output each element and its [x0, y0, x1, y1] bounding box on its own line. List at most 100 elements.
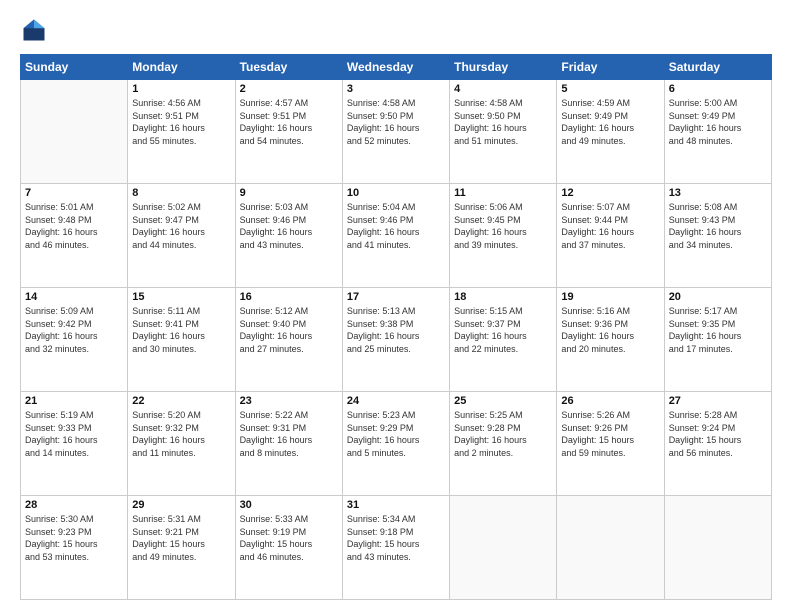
header	[20, 16, 772, 44]
day-number: 21	[25, 395, 123, 407]
day-info: Sunrise: 4:57 AM Sunset: 9:51 PM Dayligh…	[240, 97, 338, 147]
page: SundayMondayTuesdayWednesdayThursdayFrid…	[0, 0, 792, 612]
day-number: 20	[669, 291, 767, 303]
calendar-cell: 11 Sunrise: 5:06 AM Sunset: 9:45 PM Dayli…	[450, 184, 557, 288]
day-number: 7	[25, 187, 123, 199]
day-info: Sunrise: 5:33 AM Sunset: 9:19 PM Dayligh…	[240, 513, 338, 563]
calendar-cell: 12 Sunrise: 5:07 AM Sunset: 9:44 PM Dayli…	[557, 184, 664, 288]
day-number: 15	[132, 291, 230, 303]
day-info: Sunrise: 5:16 AM Sunset: 9:36 PM Dayligh…	[561, 305, 659, 355]
calendar-cell: 23 Sunrise: 5:22 AM Sunset: 9:31 PM Dayli…	[235, 392, 342, 496]
day-number: 22	[132, 395, 230, 407]
week-row-4: 21 Sunrise: 5:19 AM Sunset: 9:33 PM Dayli…	[21, 392, 772, 496]
header-monday: Monday	[128, 55, 235, 80]
day-info: Sunrise: 5:08 AM Sunset: 9:43 PM Dayligh…	[669, 201, 767, 251]
day-number: 13	[669, 187, 767, 199]
day-info: Sunrise: 5:25 AM Sunset: 9:28 PM Dayligh…	[454, 409, 552, 459]
day-info: Sunrise: 5:15 AM Sunset: 9:37 PM Dayligh…	[454, 305, 552, 355]
day-number: 26	[561, 395, 659, 407]
day-number: 27	[669, 395, 767, 407]
day-number: 8	[132, 187, 230, 199]
day-info: Sunrise: 5:04 AM Sunset: 9:46 PM Dayligh…	[347, 201, 445, 251]
day-number: 30	[240, 499, 338, 511]
week-row-3: 14 Sunrise: 5:09 AM Sunset: 9:42 PM Dayli…	[21, 288, 772, 392]
calendar-cell: 3 Sunrise: 4:58 AM Sunset: 9:50 PM Daylig…	[342, 80, 449, 184]
calendar-cell: 28Sunrise: 5:30 AM Sunset: 9:23 PM Dayli…	[21, 496, 128, 600]
day-info: Sunrise: 5:06 AM Sunset: 9:45 PM Dayligh…	[454, 201, 552, 251]
header-sunday: Sunday	[21, 55, 128, 80]
day-number: 25	[454, 395, 552, 407]
calendar-cell: 20 Sunrise: 5:17 AM Sunset: 9:35 PM Dayli…	[664, 288, 771, 392]
calendar-cell	[664, 496, 771, 600]
day-info: Sunrise: 5:17 AM Sunset: 9:35 PM Dayligh…	[669, 305, 767, 355]
calendar-cell	[557, 496, 664, 600]
day-info: Sunrise: 5:20 AM Sunset: 9:32 PM Dayligh…	[132, 409, 230, 459]
day-number: 17	[347, 291, 445, 303]
calendar-cell: 21 Sunrise: 5:19 AM Sunset: 9:33 PM Dayli…	[21, 392, 128, 496]
day-info: Sunrise: 4:58 AM Sunset: 9:50 PM Dayligh…	[454, 97, 552, 147]
day-info: Sunrise: 5:02 AM Sunset: 9:47 PM Dayligh…	[132, 201, 230, 251]
day-number: 10	[347, 187, 445, 199]
week-row-1: 1 Sunrise: 4:56 AM Sunset: 9:51 PM Daylig…	[21, 80, 772, 184]
calendar-cell: 8 Sunrise: 5:02 AM Sunset: 9:47 PM Daylig…	[128, 184, 235, 288]
calendar-cell: 19 Sunrise: 5:16 AM Sunset: 9:36 PM Dayli…	[557, 288, 664, 392]
calendar-cell	[450, 496, 557, 600]
calendar-cell: 2 Sunrise: 4:57 AM Sunset: 9:51 PM Daylig…	[235, 80, 342, 184]
day-info: Sunrise: 5:26 AM Sunset: 9:26 PM Dayligh…	[561, 409, 659, 459]
calendar-cell	[21, 80, 128, 184]
day-number: 14	[25, 291, 123, 303]
header-thursday: Thursday	[450, 55, 557, 80]
calendar-cell: 13 Sunrise: 5:08 AM Sunset: 9:43 PM Dayli…	[664, 184, 771, 288]
calendar-cell: 6 Sunrise: 5:00 AM Sunset: 9:49 PM Daylig…	[664, 80, 771, 184]
header-friday: Friday	[557, 55, 664, 80]
day-info: Sunrise: 5:07 AM Sunset: 9:44 PM Dayligh…	[561, 201, 659, 251]
calendar-cell: 18Sunrise: 5:15 AM Sunset: 9:37 PM Dayli…	[450, 288, 557, 392]
day-info: Sunrise: 5:13 AM Sunset: 9:38 PM Dayligh…	[347, 305, 445, 355]
logo-icon	[20, 16, 48, 44]
calendar-cell: 1 Sunrise: 4:56 AM Sunset: 9:51 PM Daylig…	[128, 80, 235, 184]
day-info: Sunrise: 5:00 AM Sunset: 9:49 PM Dayligh…	[669, 97, 767, 147]
day-number: 23	[240, 395, 338, 407]
day-info: Sunrise: 5:19 AM Sunset: 9:33 PM Dayligh…	[25, 409, 123, 459]
calendar-table: SundayMondayTuesdayWednesdayThursdayFrid…	[20, 54, 772, 600]
calendar-cell: 30 Sunrise: 5:33 AM Sunset: 9:19 PM Dayli…	[235, 496, 342, 600]
day-info: Sunrise: 5:30 AM Sunset: 9:23 PM Dayligh…	[25, 513, 123, 563]
header-wednesday: Wednesday	[342, 55, 449, 80]
calendar-header-row: SundayMondayTuesdayWednesdayThursdayFrid…	[21, 55, 772, 80]
day-number: 29	[132, 499, 230, 511]
header-saturday: Saturday	[664, 55, 771, 80]
day-info: Sunrise: 5:31 AM Sunset: 9:21 PM Dayligh…	[132, 513, 230, 563]
week-row-2: 7 Sunrise: 5:01 AM Sunset: 9:48 PM Daylig…	[21, 184, 772, 288]
day-info: Sunrise: 5:01 AM Sunset: 9:48 PM Dayligh…	[25, 201, 123, 251]
day-number: 4	[454, 83, 552, 95]
day-info: Sunrise: 5:12 AM Sunset: 9:40 PM Dayligh…	[240, 305, 338, 355]
day-number: 12	[561, 187, 659, 199]
day-number: 6	[669, 83, 767, 95]
calendar-cell: 31Sunrise: 5:34 AM Sunset: 9:18 PM Dayli…	[342, 496, 449, 600]
calendar-cell: 24 Sunrise: 5:23 AM Sunset: 9:29 PM Dayli…	[342, 392, 449, 496]
calendar-cell: 5 Sunrise: 4:59 AM Sunset: 9:49 PM Daylig…	[557, 80, 664, 184]
day-number: 19	[561, 291, 659, 303]
day-info: Sunrise: 5:22 AM Sunset: 9:31 PM Dayligh…	[240, 409, 338, 459]
calendar-cell: 17 Sunrise: 5:13 AM Sunset: 9:38 PM Dayli…	[342, 288, 449, 392]
day-info: Sunrise: 4:59 AM Sunset: 9:49 PM Dayligh…	[561, 97, 659, 147]
logo	[20, 16, 52, 44]
calendar-cell: 14 Sunrise: 5:09 AM Sunset: 9:42 PM Dayli…	[21, 288, 128, 392]
day-number: 5	[561, 83, 659, 95]
day-number: 2	[240, 83, 338, 95]
day-info: Sunrise: 5:23 AM Sunset: 9:29 PM Dayligh…	[347, 409, 445, 459]
day-info: Sunrise: 5:11 AM Sunset: 9:41 PM Dayligh…	[132, 305, 230, 355]
day-info: Sunrise: 5:09 AM Sunset: 9:42 PM Dayligh…	[25, 305, 123, 355]
day-number: 24	[347, 395, 445, 407]
calendar-cell: 15 Sunrise: 5:11 AM Sunset: 9:41 PM Dayli…	[128, 288, 235, 392]
day-number: 31	[347, 499, 445, 511]
day-info: Sunrise: 4:56 AM Sunset: 9:51 PM Dayligh…	[132, 97, 230, 147]
day-info: Sunrise: 4:58 AM Sunset: 9:50 PM Dayligh…	[347, 97, 445, 147]
day-number: 11	[454, 187, 552, 199]
calendar-cell: 4 Sunrise: 4:58 AM Sunset: 9:50 PM Daylig…	[450, 80, 557, 184]
day-number: 1	[132, 83, 230, 95]
calendar-cell: 22 Sunrise: 5:20 AM Sunset: 9:32 PM Dayli…	[128, 392, 235, 496]
calendar-cell: 9Sunrise: 5:03 AM Sunset: 9:46 PM Daylig…	[235, 184, 342, 288]
day-number: 3	[347, 83, 445, 95]
calendar-cell: 29 Sunrise: 5:31 AM Sunset: 9:21 PM Dayli…	[128, 496, 235, 600]
